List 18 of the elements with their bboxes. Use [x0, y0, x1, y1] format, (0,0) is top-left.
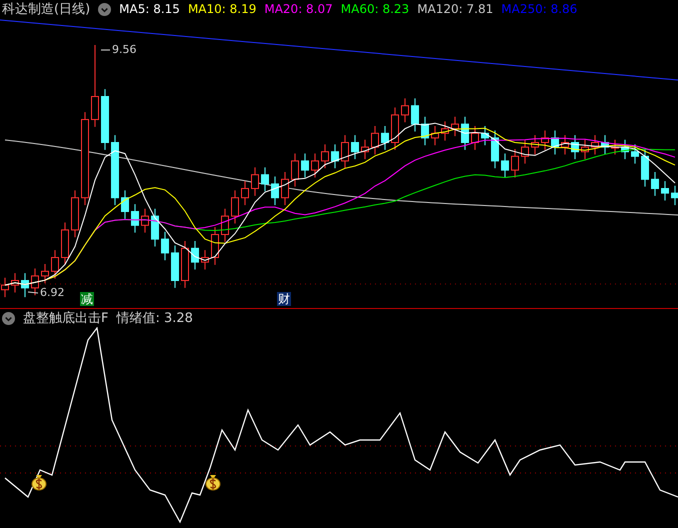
dropdown-chevron-icon[interactable]: [2, 312, 15, 324]
price-label: 9.56: [112, 43, 136, 56]
money-bag-icon: [32, 475, 46, 490]
ma-reading: MA10: 8.19: [188, 2, 256, 16]
indicator-title: 盘整触底出击F: [23, 310, 108, 327]
ma-reading: MA20: 8.07: [264, 2, 333, 16]
dropdown-chevron-icon[interactable]: [98, 2, 112, 16]
ma-reading: MA250: 8.86: [501, 2, 578, 16]
money-bag-icon: [206, 475, 220, 490]
stock-title: 科达制造(日线): [2, 1, 90, 18]
leader-line: [28, 292, 38, 294]
ma-reading: MA120: 7.81: [417, 2, 494, 16]
ma-reading: MA5: 8.15: [119, 2, 180, 16]
indicator-reading: 情绪值: 3.28: [116, 310, 193, 327]
price-label: 6.92: [40, 286, 64, 299]
signal-marker: 减: [80, 292, 94, 306]
ma-reading: MA60: 8.23: [340, 2, 410, 16]
signal-marker: 财: [277, 292, 291, 306]
